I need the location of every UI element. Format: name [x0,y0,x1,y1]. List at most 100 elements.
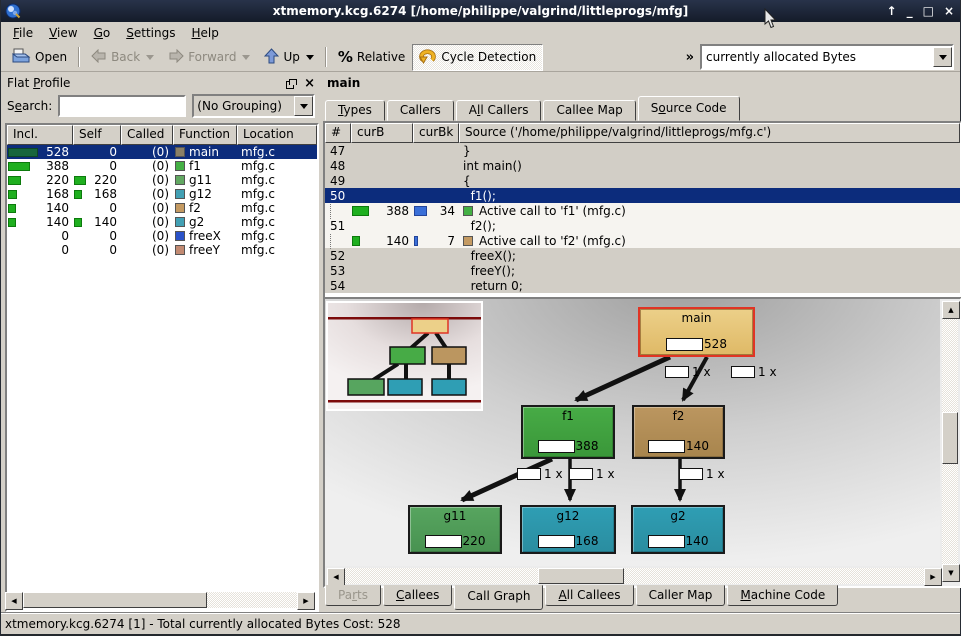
float-panel-icon[interactable] [286,79,296,88]
curb-value: 388 [386,204,409,218]
table-row[interactable]: 1400(0)f2mfg.c [7,201,317,215]
tab-callee-map[interactable]: Callee Map [543,100,635,121]
grouping-dropdown-button[interactable] [294,96,313,116]
flat-profile-header[interactable]: Flat Profile × [3,73,319,93]
back-button[interactable]: Back [84,45,161,70]
active-call-row[interactable]: 1407Active call to 'f2' (mfg.c) [325,233,960,248]
graph-node-f1[interactable]: f1388 [521,405,615,459]
scroll-up-icon[interactable]: ▲ [942,301,960,319]
tab-callees[interactable]: Callees [383,585,452,606]
source-line-row[interactable]: 47} [325,143,960,158]
node-cost-bar [538,440,575,453]
scrollbar-thumb[interactable] [538,568,624,584]
table-row[interactable]: 3880(0)f1mfg.c [7,159,317,173]
up-button[interactable]: Up [257,44,320,71]
source-column-header[interactable]: Source ('/home/philippe/valgrind/littlep… [459,123,960,143]
table-row[interactable]: 00(0)freeYmfg.c [7,243,317,257]
minimize-button[interactable]: _ [907,0,913,22]
graph-node-f2[interactable]: f2140 [632,405,725,459]
table-row[interactable]: 140140(0)g2mfg.c [7,215,317,229]
column-header-called[interactable]: Called [121,125,173,145]
source-line-row[interactable]: 48int main() [325,158,960,173]
called-value: (0) [152,215,169,229]
open-button[interactable]: Open [5,44,74,70]
menu-item-go[interactable]: Go [86,24,119,42]
incl-value: 168 [46,187,69,201]
table-row[interactable]: 220220(0)g11mfg.c [7,173,317,187]
titlebar[interactable]: xtmemory.kcg.6274 [/home/philippe/valgri… [1,0,960,22]
source-column-header[interactable]: # [325,123,351,143]
toolbar-overflow-chevron[interactable]: » [686,50,694,65]
tab-callers[interactable]: Callers [387,100,454,121]
source-line-row[interactable]: 50 f1(); [325,188,960,203]
source-line-row[interactable]: 49{ [325,173,960,188]
source-column-header[interactable]: curBk [413,123,459,143]
incl-value: 140 [46,201,69,215]
event-type-dropdown-button[interactable] [933,47,952,67]
graph-node-g11[interactable]: g11220 [408,505,502,554]
tab-machine-code[interactable]: Machine Code [727,585,838,606]
scrollbar-thumb[interactable] [23,592,207,608]
called-value: (0) [152,201,169,215]
graph-node-g12[interactable]: g12168 [520,505,616,554]
tab-call-graph[interactable]: Call Graph [454,585,543,610]
up-dropdown-icon[interactable] [306,55,314,60]
column-header-incl[interactable]: Incl. [7,125,73,145]
tab-all-callers[interactable]: All Callers [456,100,542,121]
edge-cost-bar [569,468,593,480]
back-dropdown-icon[interactable] [146,55,154,60]
app-icon[interactable] [5,3,21,19]
tab-source-code[interactable]: Source Code [638,96,740,121]
table-row[interactable]: 168168(0)g12mfg.c [7,187,317,201]
search-input[interactable] [58,95,186,117]
graph-node-main[interactable]: main528 [638,307,755,357]
scroll-right-icon[interactable]: ▶ [297,592,315,610]
graph-vertical-scrollbar[interactable]: ▲ ▼ [942,301,958,582]
shade-button[interactable]: ↑ [887,0,897,22]
function-color-icon [175,203,185,213]
flat-profile-horizontal-scrollbar[interactable]: ◀ ▶ [5,592,315,608]
source-line-row[interactable]: 54 return 0; [325,278,960,293]
column-header-location[interactable]: Location [237,125,317,145]
close-button[interactable]: × [944,0,954,22]
graph-overview-minimap[interactable] [326,301,483,411]
menu-item-view[interactable]: View [41,24,85,42]
relative-toggle-button[interactable]: % Relative [331,44,412,70]
menu-item-settings[interactable]: Settings [118,24,183,42]
active-call-row[interactable]: 38834Active call to 'f1' (mfg.c) [325,203,960,218]
graph-node-g2[interactable]: g2140 [631,505,725,554]
grouping-select[interactable]: (No Grouping) [192,94,315,118]
toolbar: Open Back Forward Up % Relative Cycle De… [1,43,960,72]
curbk-cell: 7 [413,234,459,248]
incl-value: 0 [61,243,69,257]
call-graph-canvas[interactable]: main528f1388f2140g11220g12168g2140 1 x1 … [325,299,940,566]
scroll-left-icon[interactable]: ◀ [327,568,345,586]
source-line-row[interactable]: 51 f2(); [325,218,960,233]
source-line-row[interactable]: 53 freeY(); [325,263,960,278]
scroll-left-icon[interactable]: ◀ [5,592,23,610]
column-header-function[interactable]: Function [173,125,237,145]
menu-item-help[interactable]: Help [183,24,226,42]
function-color-icon [175,217,185,227]
scrollbar-thumb[interactable] [942,412,958,464]
function-cell: g2 [173,215,237,229]
tab-caller-map[interactable]: Caller Map [636,585,726,606]
tab-types[interactable]: Types [325,100,385,121]
event-type-select[interactable]: currently allocated Bytes [700,44,954,70]
maximize-button[interactable]: □ [923,0,934,22]
graph-horizontal-scrollbar[interactable]: ◀ ▶ [327,568,942,584]
forward-dropdown-icon[interactable] [242,55,250,60]
cycle-detection-toggle-button[interactable]: Cycle Detection [412,44,543,71]
close-panel-icon[interactable]: × [304,77,315,90]
table-row[interactable]: 00(0)freeXmfg.c [7,229,317,243]
source-column-header[interactable]: curB [351,123,413,143]
source-line-row[interactable]: 52 freeX(); [325,248,960,263]
function-color-icon [175,231,185,241]
menu-item-file[interactable]: File [5,24,41,42]
tab-all-callees[interactable]: All Callees [545,585,633,606]
scroll-down-icon[interactable]: ▼ [942,564,960,582]
column-header-self[interactable]: Self [73,125,121,145]
scroll-right-icon[interactable]: ▶ [924,568,942,586]
forward-button[interactable]: Forward [161,45,257,70]
table-row[interactable]: 5280(0)mainmfg.c [7,145,317,159]
